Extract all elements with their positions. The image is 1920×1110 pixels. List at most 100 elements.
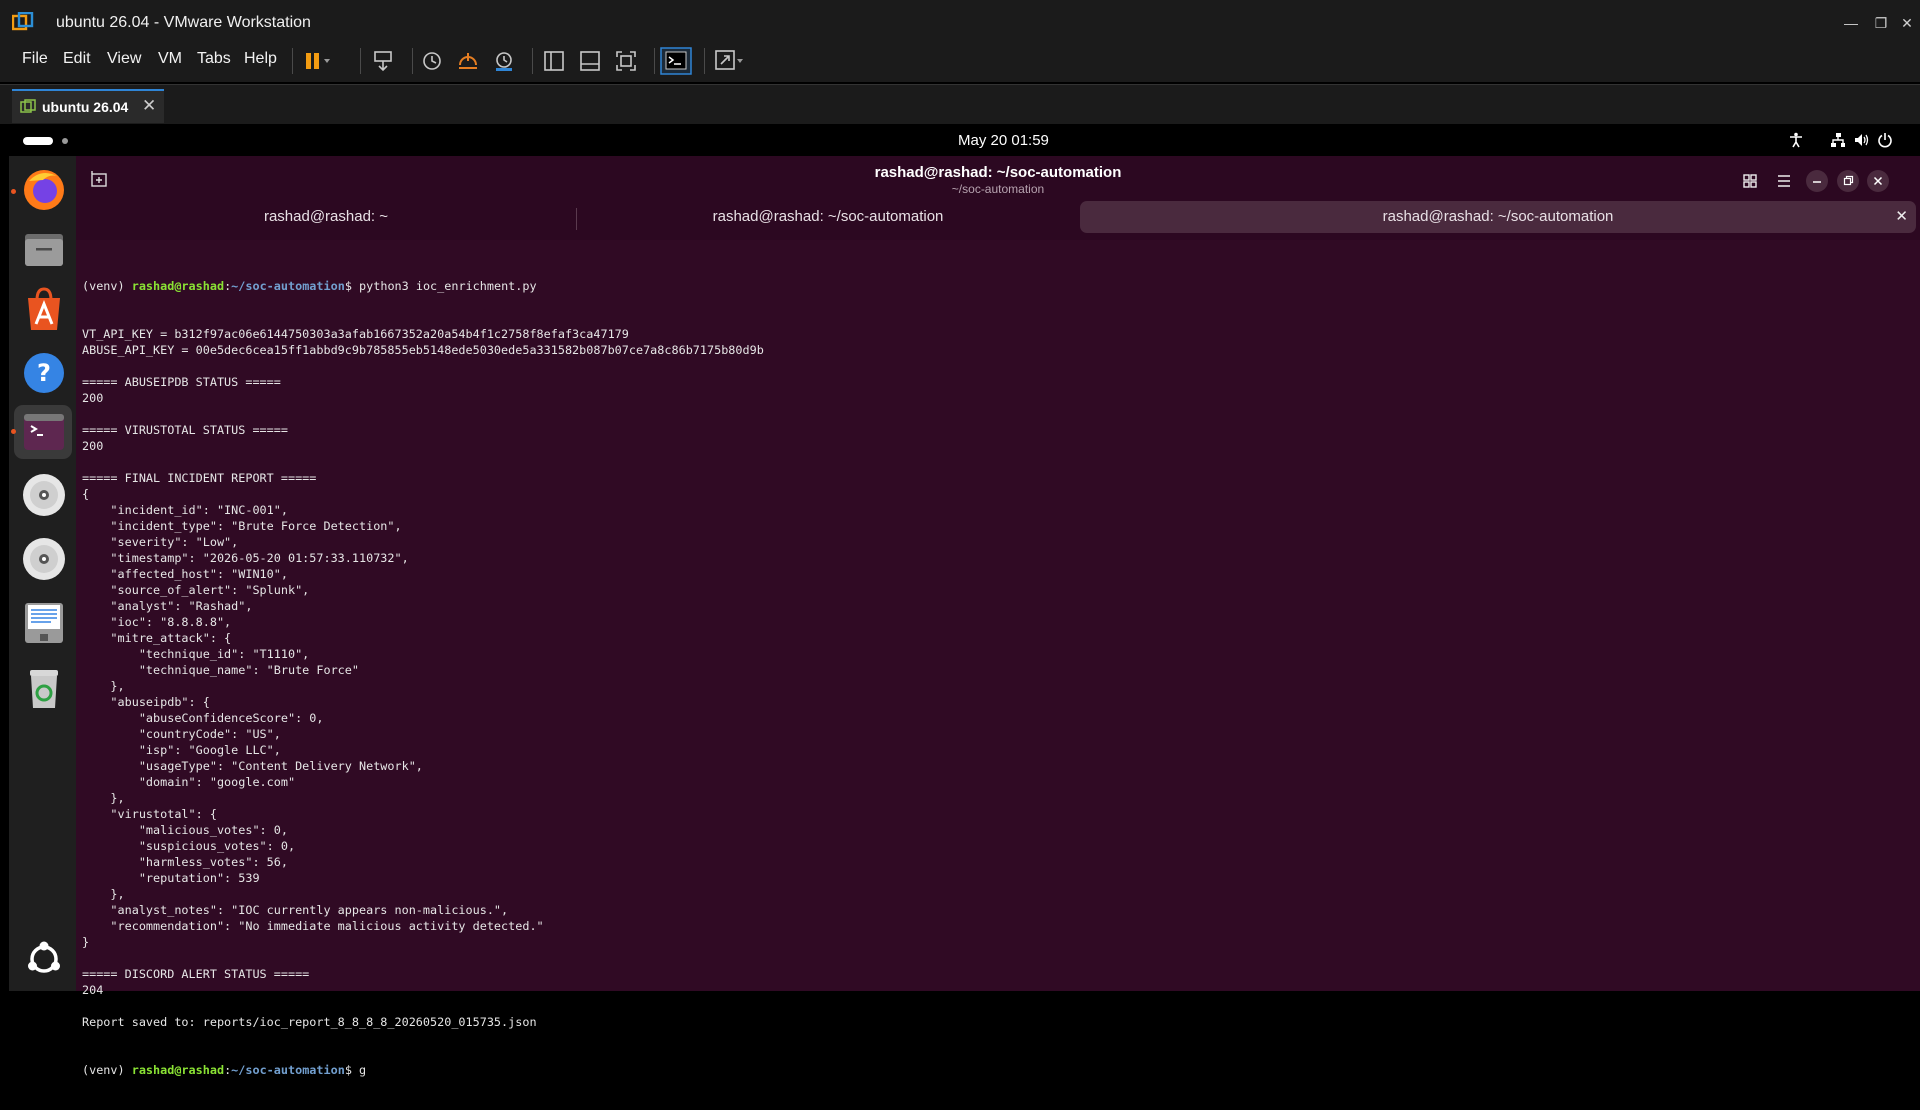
console-view-icon[interactable] xyxy=(660,47,692,75)
close-tab-icon[interactable]: ✕ xyxy=(1895,201,1908,233)
send-ctrl-alt-del-icon[interactable] xyxy=(368,47,400,75)
terminal-window: rashad@rashad: ~/soc-automation ~/soc-au… xyxy=(76,156,1920,1077)
full-screen-icon[interactable] xyxy=(610,47,642,75)
terminal-tab-2[interactable]: rashad@rashad: ~/soc-automation xyxy=(577,201,1079,233)
show-library-icon[interactable] xyxy=(538,47,570,75)
close-icon[interactable] xyxy=(1867,170,1889,192)
prompt-separator: : xyxy=(224,1063,232,1077)
output-line: "virustotal": { xyxy=(82,807,217,821)
pause-icon[interactable] xyxy=(300,47,332,75)
output-line: 200 xyxy=(82,391,104,405)
text-editor-icon[interactable] xyxy=(21,600,67,646)
output-line: Report saved to: reports/ioc_report_8_8_… xyxy=(82,1015,537,1029)
menu-help[interactable]: Help xyxy=(244,50,277,68)
output-line: "abuseConfidenceScore": 0, xyxy=(82,711,324,725)
vm-icon xyxy=(20,99,36,113)
output-line: ABUSE_API_KEY = 00e5dec6cea15ff1abbd9c9b… xyxy=(82,343,764,357)
snapshot-manager-icon[interactable] xyxy=(488,47,520,75)
files-icon[interactable] xyxy=(21,226,67,272)
terminal-subtitle: ~/soc-automation xyxy=(951,182,1045,196)
output-line: "technique_id": "T1110", xyxy=(82,647,310,661)
menu-view[interactable]: View xyxy=(107,50,141,68)
workspace-indicator[interactable] xyxy=(23,136,71,146)
vm-tab-strip: ubuntu 26.04 ✕ xyxy=(0,84,1920,124)
prompt-path: ~/soc-automation xyxy=(231,279,345,293)
output-lines: VT_API_KEY = b312f97ac06e6144750303a3afa… xyxy=(82,326,1912,1030)
prompt-symbol: $ xyxy=(344,1063,360,1077)
toolbar-divider xyxy=(704,48,705,74)
minimize-button[interactable]: — xyxy=(1838,10,1864,36)
thumbnail-bar-icon[interactable] xyxy=(574,47,606,75)
menu-vm[interactable]: VM xyxy=(158,50,182,68)
output-line: 200 xyxy=(82,439,104,453)
menu-edit[interactable]: Edit xyxy=(63,50,91,68)
vm-tab-label: ubuntu 26.04 xyxy=(42,99,129,115)
output-line: "timestamp": "2026-05-20 01:57:33.110732… xyxy=(82,551,409,565)
prompt-line: (venv) rashad@rashad:~/soc-automation$ p… xyxy=(82,278,1912,294)
menu-tabs[interactable]: Tabs xyxy=(197,50,231,68)
svg-text:?: ? xyxy=(37,359,51,387)
output-line: "reputation": 539 xyxy=(82,871,260,885)
terminal-tab-label: rashad@rashad: ~/soc-automation xyxy=(1382,208,1614,225)
snapshot-icon[interactable] xyxy=(416,47,448,75)
output-line: "suspicious_votes": 0, xyxy=(82,839,296,853)
output-line: "incident_id": "INC-001", xyxy=(82,503,288,517)
clock[interactable]: May 20 01:59 xyxy=(958,132,1049,149)
output-line: { xyxy=(82,487,90,501)
tab-overview-icon[interactable] xyxy=(1739,170,1761,192)
output-line: }, xyxy=(82,887,125,901)
terminal-title: rashad@rashad: ~/soc-automation xyxy=(874,164,1122,181)
terminal-tab-1[interactable]: rashad@rashad: ~ xyxy=(76,201,576,233)
command-text: python3 ioc_enrichment.py xyxy=(359,279,537,293)
disc-icon[interactable] xyxy=(21,472,67,518)
volume-icon[interactable] xyxy=(1854,132,1870,148)
prompt-user: rashad@rashad xyxy=(131,1063,225,1077)
output-line: }, xyxy=(82,791,125,805)
help-icon[interactable]: ? xyxy=(21,350,67,396)
stretch-guest-icon[interactable] xyxy=(712,47,744,75)
terminal-icon[interactable] xyxy=(21,409,67,455)
output-line: VT_API_KEY = b312f97ac06e6144750303a3afa… xyxy=(82,327,629,341)
disc-icon[interactable] xyxy=(21,536,67,582)
output-line: "isp": "Google LLC", xyxy=(82,743,281,757)
command-input[interactable]: g xyxy=(359,1063,366,1077)
minimize-icon[interactable] xyxy=(1806,170,1828,192)
output-line: "abuseipdb": { xyxy=(82,695,210,709)
output-line: "ioc": "8.8.8.8", xyxy=(82,615,232,629)
hamburger-menu-icon[interactable] xyxy=(1773,170,1795,192)
revert-snapshot-icon[interactable] xyxy=(452,47,484,75)
output-line: 204 xyxy=(82,983,104,997)
guest-screen[interactable]: May 20 01:59 ? rashad@rashad: ~/soc-auto… xyxy=(9,124,1920,1077)
terminal-tab-3[interactable]: rashad@rashad: ~/soc-automation ✕ xyxy=(1080,201,1916,233)
output-line: ===== ABUSEIPDB STATUS ===== xyxy=(82,375,281,389)
output-line: "usageType": "Content Delivery Network", xyxy=(82,759,423,773)
restore-icon[interactable] xyxy=(1837,170,1859,192)
toolbar-divider xyxy=(654,48,655,74)
menu-file[interactable]: File xyxy=(22,50,48,68)
output-line: "countryCode": "US", xyxy=(82,727,281,741)
trash-icon[interactable] xyxy=(21,664,67,710)
vm-tab[interactable]: ubuntu 26.04 ✕ xyxy=(12,89,164,123)
output-line: "mitre_attack": { xyxy=(82,631,232,645)
close-button[interactable]: ✕ xyxy=(1894,10,1920,36)
firefox-icon[interactable] xyxy=(21,166,67,212)
power-icon[interactable] xyxy=(1877,132,1893,148)
app-center-icon[interactable] xyxy=(21,286,67,332)
output-line: "affected_host": "WIN10", xyxy=(82,567,288,581)
window-title: ubuntu 26.04 - VMware Workstation xyxy=(56,14,311,31)
toolbar-divider xyxy=(412,48,413,74)
vmware-icon xyxy=(12,12,34,31)
restore-button[interactable]: ❐ xyxy=(1868,10,1894,36)
gnome-top-bar: May 20 01:59 xyxy=(9,124,1920,156)
show-apps-icon[interactable] xyxy=(21,936,67,982)
accessibility-icon[interactable] xyxy=(1788,132,1804,148)
terminal-output[interactable]: (venv) rashad@rashad: ~/soc-automation $ p… xyxy=(82,246,1912,1077)
close-tab-icon[interactable]: ✕ xyxy=(142,96,156,116)
venv-indicator: (venv) xyxy=(82,1063,132,1077)
output-line: ===== VIRUSTOTAL STATUS ===== xyxy=(82,423,288,437)
network-icon[interactable] xyxy=(1830,132,1846,148)
